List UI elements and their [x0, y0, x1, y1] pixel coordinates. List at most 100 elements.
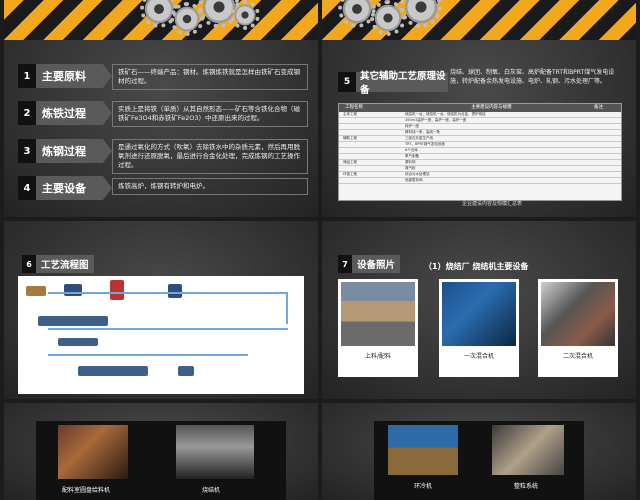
section-number: 7	[338, 255, 352, 273]
item-title: 主要原料	[36, 64, 112, 88]
feeding-photo	[341, 282, 415, 346]
table-cell	[339, 148, 405, 153]
table-cell: 转炉一座	[405, 124, 420, 128]
slide-auxiliary-equipment[interactable]: 5 其它辅助工艺原理设备 烧结、球团、制氧、白灰窑、高炉配备TRT和BPRT煤气…	[322, 0, 636, 217]
photo-caption: 上料/配料	[364, 353, 392, 360]
header-cell: 工程名称	[345, 105, 363, 110]
item-desc: 铁矿石——终端产品：钢材。炼钢炼铁就是怎样由铁矿石变成钢材的过程。	[112, 64, 308, 90]
item-number: 3	[18, 139, 36, 163]
header-cell: 备注	[593, 105, 603, 110]
item-number: 4	[18, 176, 36, 200]
table-cell	[339, 154, 405, 159]
section-desc: 烧结、球团、制氧、白灰窑、高炉配备TRT和BPRT煤气发电设施，转炉配备余热发电…	[450, 69, 615, 85]
table-header: 工程名称 主要建设内容与规模 备注	[339, 104, 621, 112]
table-cell: 储运工程	[343, 160, 357, 164]
item-3: 3 炼钢过程	[18, 139, 112, 163]
table-cell: 综合污水处理站	[405, 172, 430, 176]
photo-caption: 环冷机	[414, 483, 433, 490]
table-cell	[339, 166, 405, 171]
photo-caption: 整粒系统	[514, 483, 539, 490]
table-cell	[574, 154, 619, 159]
caster	[58, 338, 98, 346]
item-number: 1	[18, 64, 36, 88]
process-flow-diagram	[18, 276, 304, 394]
table-cell	[339, 130, 405, 135]
secondary-mixer-photo	[541, 282, 615, 346]
primary-mixer-photo	[442, 282, 516, 346]
item-2: 2 炼铁过程	[18, 101, 112, 125]
photo-caption: 二次混合机	[562, 353, 593, 360]
table-row: 危废暂存间	[339, 178, 621, 184]
slide-sinter-photos-1[interactable]: 配料室圆盘给料机 烧结机	[4, 403, 318, 500]
disc-feeder-photo[interactable]	[58, 425, 128, 479]
ring-cooler-photo[interactable]	[388, 425, 458, 475]
section-number: 5	[338, 72, 356, 92]
section-title: 其它辅助工艺原理设备	[356, 71, 448, 96]
item-title: 炼铁过程	[36, 101, 112, 125]
table-cell	[574, 118, 619, 123]
table-cell: 棒材线一条、高线一条	[405, 130, 441, 134]
table-cell	[574, 112, 619, 117]
header-cell: 主要建设内容与规模	[471, 105, 512, 110]
item-1: 1 主要原料	[18, 64, 112, 88]
table-cell: 8个仓库	[405, 148, 418, 152]
table-cell: 氧气制备	[405, 154, 420, 158]
table-cell	[574, 136, 619, 141]
gears-decoration	[134, 0, 260, 40]
table-body: 主体工程 烧结机一台、烧结机一台、烧结机为合金、提炉烧结 450m3高炉一座、高炉一…	[339, 112, 621, 184]
item-title: 炼钢过程	[36, 139, 112, 163]
photo-caption: 烧结机	[202, 487, 221, 494]
flow-line	[48, 328, 288, 330]
slide-equipment-photos[interactable]: 7 设备照片 （1）烧结厂 烧结机主要设备 上料/配料 一次混合机 二次混合机	[322, 221, 636, 399]
photo-caption: 一次混合机	[463, 353, 494, 360]
flow-line	[48, 292, 288, 294]
ore-pile	[26, 286, 46, 296]
finishing-line	[78, 366, 148, 376]
table-cell: 原料场	[405, 160, 416, 164]
photo-card[interactable]: 一次混合机	[439, 279, 519, 377]
table-cell	[339, 118, 405, 123]
section-subtitle: （1）烧结厂 烧结机主要设备	[424, 262, 529, 271]
table-caption: 企业建设内容及规模汇总表	[462, 201, 523, 207]
table-cell	[574, 142, 619, 147]
flow-line	[286, 292, 288, 324]
gears-decoration	[338, 0, 462, 40]
table-cell	[339, 124, 405, 129]
photo-card[interactable]: 二次混合机	[538, 279, 618, 377]
table-cell	[339, 178, 405, 183]
section-title: 设备照片	[352, 255, 401, 273]
table-cell	[574, 166, 619, 171]
slide-process-flow[interactable]: 6 工艺流程图	[4, 221, 318, 399]
table-cell	[574, 148, 619, 153]
table-cell: 主体工程	[343, 112, 357, 116]
item-title: 主要设备	[36, 176, 112, 200]
product	[178, 366, 194, 376]
table-cell	[574, 178, 619, 183]
table-cell	[339, 142, 405, 147]
item-number: 2	[18, 101, 36, 125]
item-desc: 炼铁高炉，炼钢有转炉和电炉。	[112, 178, 308, 195]
table-cell	[574, 130, 619, 135]
table-cell: 煤气柜	[405, 166, 416, 170]
item-4: 4 主要设备	[18, 176, 112, 200]
sinter-machine-photo[interactable]	[176, 425, 254, 479]
table-cell	[574, 172, 619, 177]
photo-card[interactable]: 上料/配料	[338, 279, 418, 377]
section-title: 工艺流程图	[36, 255, 94, 273]
table-cell: 三座石灰窑生产线	[405, 136, 434, 140]
section-number: 6	[22, 255, 36, 273]
slide-sinter-photos-2[interactable]: 环冷机 整粒系统	[322, 403, 636, 500]
table-cell: 环保工程	[343, 172, 357, 176]
sizing-system-photo[interactable]	[492, 425, 564, 475]
table-cell: 450m3高炉一座、高炉一座、高炉一座	[405, 118, 467, 122]
item-desc: 是通过氧化的方式（吹氧）去除铁水中的杂质元素，然后再用脱氧剂进行还原脱氧，最后进…	[112, 139, 308, 174]
table-cell: 烧结机一台、烧结机一台、烧结机为合金、提炉烧结	[405, 112, 486, 116]
converter	[168, 284, 182, 298]
table-cell	[574, 124, 619, 129]
flow-line	[48, 354, 248, 356]
rolling-mill	[38, 316, 108, 326]
table-cell	[574, 160, 619, 165]
table-cell: TRT、BPRT煤气发电设施	[405, 142, 445, 146]
slide-main-raw-materials[interactable]: 1 主要原料 铁矿石——终端产品：钢材。炼钢炼铁就是怎样由铁矿石变成钢材的过程。…	[4, 0, 318, 217]
project-table: 工程名称 主要建设内容与规模 备注 主体工程 烧结机一台、烧结机一台、烧结机为合金…	[338, 103, 622, 201]
